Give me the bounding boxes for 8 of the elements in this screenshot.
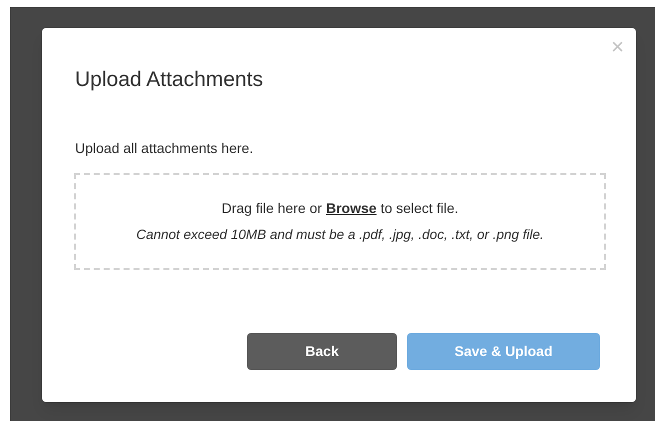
browse-link[interactable]: Browse [326, 198, 377, 219]
file-requirements-text: Cannot exceed 10MB and must be a .pdf, .jpg, .doc, .txt, or .png file. [136, 226, 544, 244]
instructions-text: Upload all attachments here. [75, 139, 254, 158]
drop-instruction-text: Drag file here or [222, 198, 322, 218]
drop-instruction-text: to select file. [380, 198, 458, 218]
dialog-title: Upload Attachments [75, 67, 263, 93]
back-button[interactable]: Back [247, 333, 397, 370]
drop-zone[interactable]: Drag file here or Browse to select file. Cannot exceed 10MB and must be a .pdf, .jpg, .doc, .txt, or .png file. [74, 173, 606, 270]
